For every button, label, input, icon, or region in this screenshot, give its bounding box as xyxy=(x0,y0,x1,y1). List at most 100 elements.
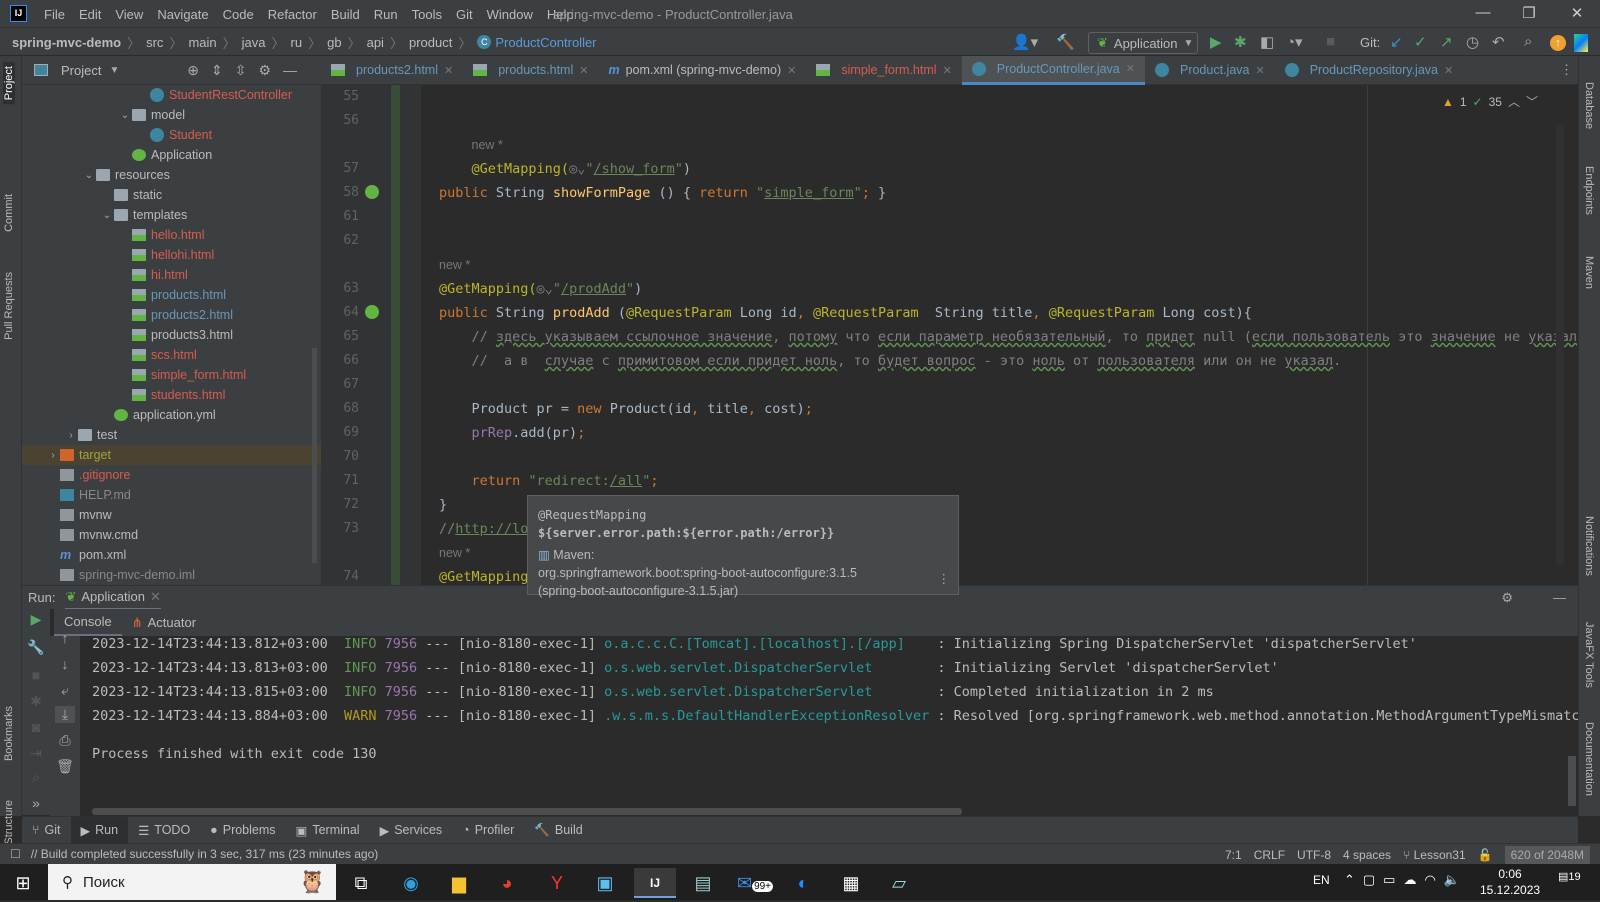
spring-bean-gutter-icon[interactable] xyxy=(365,185,379,199)
app-icon[interactable]: ◐ xyxy=(782,868,824,898)
tree-item[interactable]: spring-mvc-demo.iml xyxy=(22,565,321,585)
hide-icon[interactable]: — xyxy=(1553,590,1566,605)
run-configuration-select[interactable]: ❦ Application ▼ xyxy=(1088,32,1198,54)
tab-actuator[interactable]: ⋔ Actuator xyxy=(122,609,206,636)
console-vscroll[interactable] xyxy=(1568,756,1576,806)
tree-item[interactable]: Student xyxy=(22,125,321,145)
breadcrumb-current[interactable]: C ProductController xyxy=(477,35,597,50)
breadcrumb-item[interactable]: java xyxy=(242,35,266,50)
tree-item[interactable]: .gitignore xyxy=(22,465,321,485)
breadcrumb-item[interactable]: ru xyxy=(291,35,303,50)
tab-simple_form[interactable]: simple_form.html ✕ xyxy=(806,56,961,85)
tree-item[interactable]: › test xyxy=(22,425,321,445)
more-options-icon[interactable]: ⋮ xyxy=(938,570,951,588)
tree-item[interactable]: simple_form.html xyxy=(22,365,321,385)
taskbar-search[interactable]: ⚲ Поиск 🦉 xyxy=(48,864,336,900)
search-icon[interactable]: ⌕ xyxy=(1524,33,1532,50)
git-push-icon[interactable]: ↗ xyxy=(1440,33,1453,51)
menu-refactor[interactable]: Refactor xyxy=(268,7,317,22)
tool-tab-profiler[interactable]: ◔ Profiler xyxy=(452,817,524,844)
restore-button[interactable]: ❐ xyxy=(1514,4,1544,22)
tree-item[interactable]: mvnw.cmd xyxy=(22,525,321,545)
menu-run[interactable]: Run xyxy=(374,7,398,22)
close-tab-icon[interactable]: ✕ xyxy=(579,64,588,77)
tree-item[interactable]: m pom.xml xyxy=(22,545,321,565)
tool-tab-build[interactable]: 🔨 Build xyxy=(524,817,592,844)
wordpad-icon[interactable]: ▤ xyxy=(682,868,724,898)
menu-view[interactable]: View xyxy=(115,7,143,22)
soft-wrap-icon[interactable]: ⤶ xyxy=(55,682,75,699)
tab-product[interactable]: Product.java ✕ xyxy=(1145,56,1275,85)
app-icon[interactable]: ▣ xyxy=(584,868,626,898)
rollback-icon[interactable]: ↶ xyxy=(1492,33,1505,51)
lock-icon[interactable]: 🔓 xyxy=(1478,848,1493,862)
menu-build[interactable]: Build xyxy=(331,7,360,22)
yandex-icon[interactable]: Y xyxy=(536,868,578,898)
project-toolbar-icons[interactable]: ⊕⇕⇳⚙— xyxy=(187,62,309,79)
stop-icon[interactable]: ■ xyxy=(26,667,46,683)
project-tool-button[interactable]: Project xyxy=(3,62,15,105)
chrome-icon[interactable]: ◕ xyxy=(486,868,528,898)
menu-navigate[interactable]: Navigate xyxy=(157,7,208,22)
notifications-tool-button[interactable]: Notifications xyxy=(1583,516,1595,576)
breadcrumb-item[interactable]: api xyxy=(367,35,384,50)
scroll-to-end-icon[interactable]: ⤓ xyxy=(55,706,75,723)
wrench-icon[interactable]: 🔧 xyxy=(26,639,46,656)
line-separator[interactable]: CRLF xyxy=(1254,848,1285,862)
project-view-select[interactable]: Project xyxy=(61,63,101,78)
tree-item[interactable]: ⌄ model xyxy=(22,105,321,125)
maven-tool-button[interactable]: Maven xyxy=(1583,256,1595,289)
settings-icon[interactable]: ⚙ xyxy=(1501,590,1513,606)
calculator-icon[interactable]: ▦ xyxy=(830,868,872,898)
coverage-icon[interactable]: ◧ xyxy=(1260,33,1274,51)
debug-icon[interactable]: ✱ xyxy=(1234,33,1247,51)
mail-icon[interactable]: ✉ 99+ xyxy=(734,868,776,898)
tool-tab-todo[interactable]: ☰ TODO xyxy=(128,817,200,844)
git-update-icon[interactable]: ↙ xyxy=(1390,33,1403,51)
notifications-icon[interactable]: ▤19 xyxy=(1558,870,1581,883)
clock[interactable]: 0:06 15.12.2023 xyxy=(1480,866,1540,898)
tree-item[interactable]: hello.html xyxy=(22,225,321,245)
close-tab-icon[interactable]: ✕ xyxy=(787,64,796,77)
tree-item[interactable]: ⌄ resources xyxy=(22,165,321,185)
tab-productrepository[interactable]: ProductRepository.java ✕ xyxy=(1275,56,1464,85)
database-tool-button[interactable]: Database xyxy=(1583,82,1595,129)
breadcrumb-item[interactable]: product xyxy=(409,35,452,50)
tree-item[interactable]: hellohi.html xyxy=(22,245,321,265)
search-icon[interactable]: ⌕ xyxy=(26,769,46,786)
tree-item[interactable]: StudentRestController xyxy=(22,85,321,105)
language-indicator[interactable]: EN xyxy=(1313,873,1330,887)
pull-requests-tool-button[interactable]: Pull Requests xyxy=(3,272,15,340)
javafx-tools-button[interactable]: JavaFX Tools xyxy=(1583,622,1595,688)
breadcrumb-item[interactable]: gb xyxy=(327,35,341,50)
tree-item[interactable]: products3.html xyxy=(22,325,321,345)
down-icon[interactable]: ↓ xyxy=(55,656,75,672)
chevron-down-icon[interactable]: ▼ xyxy=(109,65,119,76)
tool-tab-problems[interactable]: ● Problems xyxy=(200,817,285,844)
spring-bean-gutter-icon[interactable] xyxy=(365,305,379,319)
documentation-tool-button[interactable]: Documentation xyxy=(1583,722,1595,796)
close-icon[interactable]: ✕ xyxy=(150,589,161,605)
tab-products[interactable]: products.html ✕ xyxy=(463,56,598,85)
edge-icon[interactable]: ◉ xyxy=(390,868,432,898)
profile-icon[interactable]: ◔▾ xyxy=(1286,33,1303,51)
minimize-button[interactable]: — xyxy=(1468,4,1498,21)
prev-highlight-icon[interactable]: ︿ xyxy=(1508,93,1520,110)
menu-window[interactable]: Window xyxy=(487,7,533,22)
intellij-logo-icon[interactable]: IJ xyxy=(10,5,27,22)
chevron-down-icon[interactable]: ⌄ xyxy=(118,110,132,121)
close-tab-icon[interactable]: ✕ xyxy=(943,64,952,77)
endpoints-tool-button[interactable]: Endpoints xyxy=(1583,166,1595,215)
editor-scrollbar[interactable] xyxy=(1556,125,1564,565)
tree-item[interactable]: Application xyxy=(22,145,321,165)
tree-item[interactable]: products2.html xyxy=(22,305,321,325)
intellij-taskbar-icon[interactable]: IJ xyxy=(634,868,676,898)
history-icon[interactable]: ◷ xyxy=(1466,33,1479,51)
tree-item[interactable]: mvnw xyxy=(22,505,321,525)
tree-item[interactable]: static xyxy=(22,185,321,205)
inspection-widget[interactable]: ▲ 1 ✓ 35 ︿ ﹀ xyxy=(1442,93,1538,110)
tool-tab-run[interactable]: ▶ Run xyxy=(70,816,129,844)
more-icon[interactable]: » xyxy=(26,795,46,811)
menu-tools[interactable]: Tools xyxy=(412,7,442,22)
commit-tool-button[interactable]: Commit xyxy=(3,194,15,232)
